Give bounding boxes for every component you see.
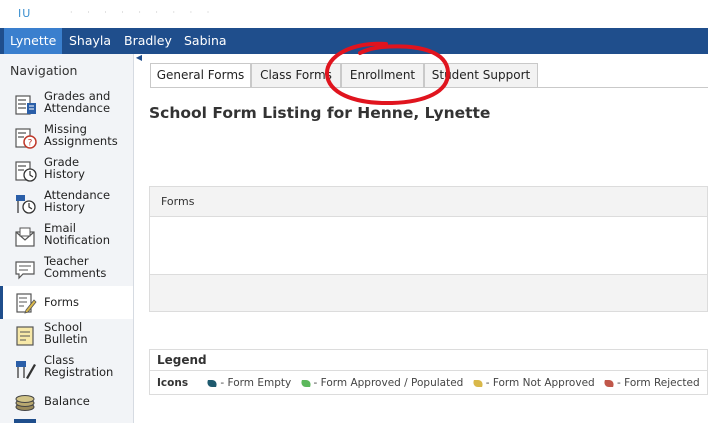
svg-text:?: ? bbox=[28, 139, 33, 149]
sidebar-item-teacher-comments[interactable]: Teacher Comments bbox=[0, 253, 133, 286]
sidebar-item-label: Registration bbox=[44, 364, 114, 379]
top-strip: IU · · · · · · · · · bbox=[0, 0, 708, 28]
student-tab-shayla[interactable]: Shayla bbox=[63, 28, 117, 54]
tab-baseline bbox=[150, 87, 708, 88]
sidebar-item-label: Attendance bbox=[44, 100, 111, 115]
sidebar-item-school-bulletin[interactable]: School Bulletin bbox=[0, 319, 133, 352]
student-tab-bradley[interactable]: Bradley bbox=[118, 28, 178, 54]
grade-history-icon bbox=[15, 161, 37, 182]
district-logo: IU bbox=[18, 7, 32, 20]
sidebar-item-label: Forms bbox=[44, 295, 79, 309]
legend-entry: - Form Rejected bbox=[617, 377, 700, 389]
legend-icons-label: Icons bbox=[157, 377, 189, 389]
sidebar-item-balance[interactable]: Balance bbox=[0, 385, 133, 418]
next-item-icon-partial bbox=[14, 419, 36, 423]
email-icon bbox=[15, 227, 35, 247]
sidebar-item-grades-attendance[interactable]: Grades and Attendance bbox=[0, 88, 133, 121]
legend-entry: - Form Empty bbox=[220, 377, 292, 389]
sidebar-item-class-registration[interactable]: Class Registration bbox=[0, 352, 133, 385]
bulletin-icon bbox=[16, 326, 34, 346]
form-not-approved-leaf-icon bbox=[471, 380, 484, 387]
collapse-sidebar-icon[interactable]: ◀ bbox=[134, 52, 144, 64]
sidebar-item-label: Comments bbox=[44, 265, 107, 280]
forms-panel-footer bbox=[150, 275, 707, 311]
sidebar-item-label: Bulletin bbox=[44, 331, 88, 346]
sidebar-item-email-notification[interactable]: Email Notification bbox=[0, 220, 133, 253]
forms-icon bbox=[16, 293, 37, 314]
sidebar-item-label: Assignments bbox=[44, 133, 118, 148]
sidebar: Navigation Grades and Attendance ? Missin… bbox=[0, 54, 134, 423]
forms-panel: Forms bbox=[149, 186, 708, 312]
sidebar-item-missing-assignments[interactable]: ? Missing Assignments bbox=[0, 121, 133, 154]
student-selector-bar: Lynette Shayla Bradley Sabina bbox=[0, 28, 708, 54]
sidebar-item-attendance-history[interactable]: Attendance History bbox=[0, 187, 133, 220]
legend-entry: - Form Approved / Populated bbox=[313, 377, 464, 389]
student-tab-lynette[interactable]: Lynette bbox=[4, 28, 63, 54]
tab-general-forms[interactable]: General Forms bbox=[150, 63, 251, 87]
balance-icon bbox=[15, 395, 35, 411]
legend-panel: Legend Icons - Form Empty - Form Approve… bbox=[149, 349, 708, 395]
sidebar-item-grade-history[interactable]: Grade History bbox=[0, 154, 133, 187]
sidebar-item-label: History bbox=[44, 199, 85, 214]
attendance-history-icon bbox=[16, 195, 36, 214]
legend-row: Icons - Form Empty - Form Approved / Pop… bbox=[157, 377, 700, 389]
forms-list-body bbox=[150, 217, 707, 275]
sidebar-item-forms[interactable]: Forms bbox=[0, 286, 133, 319]
forms-panel-header: Forms bbox=[150, 187, 707, 217]
tab-enrollment[interactable]: Enrollment bbox=[341, 63, 424, 87]
faded-title-text: · · · · · · · · · bbox=[70, 8, 216, 17]
form-empty-leaf-icon bbox=[206, 380, 219, 387]
sidebar-item-label: Balance bbox=[44, 394, 90, 408]
grades-attendance-icon bbox=[15, 95, 36, 115]
legend-title: Legend bbox=[157, 353, 207, 367]
tab-class-forms[interactable]: Class Forms bbox=[251, 63, 341, 87]
missing-assignments-icon: ? bbox=[15, 128, 37, 149]
navigation-heading: Navigation bbox=[10, 63, 78, 78]
page-title: School Form Listing for Henne, Lynette bbox=[149, 104, 491, 122]
sidebar-item-label: Notification bbox=[44, 232, 110, 247]
legend-entry: - Form Not Approved bbox=[485, 377, 595, 389]
tab-student-support[interactable]: Student Support bbox=[424, 63, 538, 87]
sidebar-item-label: History bbox=[44, 166, 85, 181]
comments-icon bbox=[15, 261, 35, 280]
student-tab-sabina[interactable]: Sabina bbox=[178, 28, 233, 54]
class-registration-icon bbox=[16, 361, 36, 379]
form-approved-leaf-icon bbox=[299, 380, 312, 387]
form-rejected-leaf-icon bbox=[603, 380, 615, 387]
